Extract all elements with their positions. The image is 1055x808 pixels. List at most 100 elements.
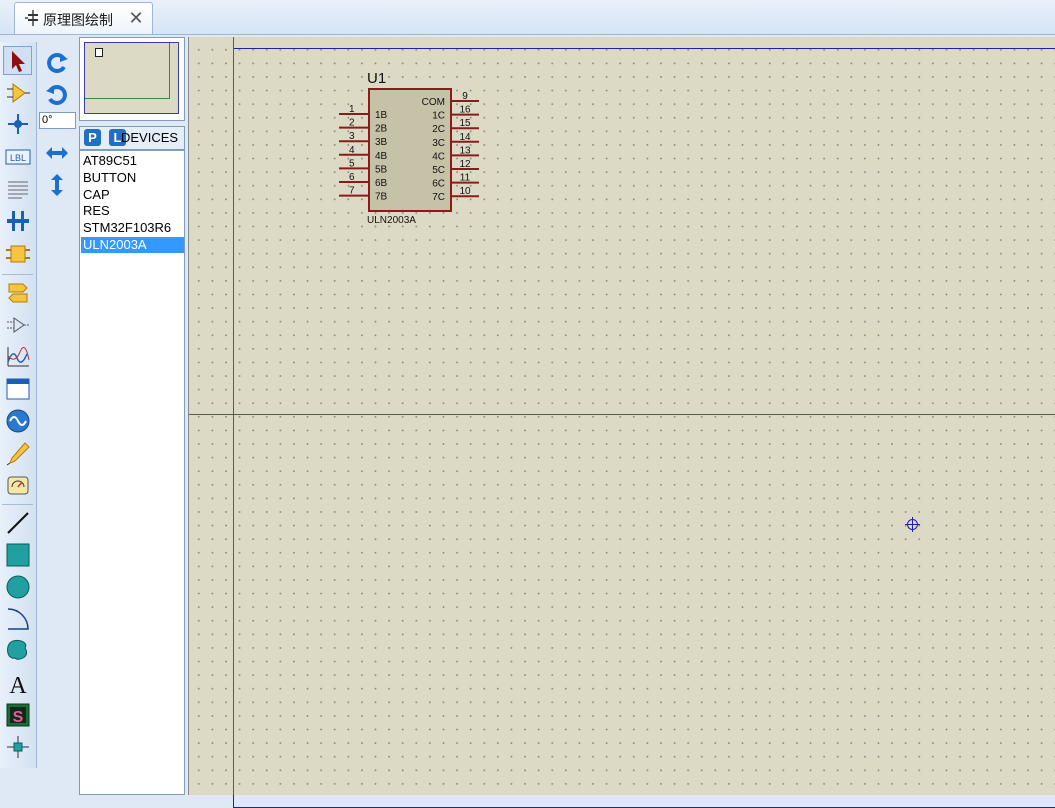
rotation-angle-field[interactable]: 0° <box>39 112 76 129</box>
pin-name: 1B <box>375 110 388 121</box>
pin-name: COM <box>422 97 445 108</box>
pin-name: 3C <box>432 138 445 149</box>
mirror-vertical-button[interactable] <box>42 170 71 199</box>
list-item[interactable]: AT89C51 <box>81 153 184 169</box>
text-icon: A <box>9 673 27 696</box>
overview-window[interactable] <box>79 37 185 121</box>
devices-header: P L DEVICES <box>79 126 185 150</box>
subcircuit-mode-button[interactable] <box>3 239 32 268</box>
pin-name: 4C <box>432 151 445 162</box>
pin-number: 12 <box>459 159 471 170</box>
left-pins: 1 1B 2 2B 3 3B 4 4B 5 5B 6 6B 7 7B <box>339 104 388 203</box>
horizontal-arrows-icon <box>45 146 68 159</box>
pin-number: 13 <box>459 145 471 156</box>
pin-name: 5B <box>375 164 388 175</box>
arc-icon <box>7 607 29 630</box>
list-item[interactable]: CAP <box>81 187 184 203</box>
symbol-icon-glyph: S <box>12 709 23 726</box>
component-uln2003a[interactable]: U1 1 1B 2 2B 3 3B 4 4B 5 5B 6 6B 7 7B 9 COM 16 1C 15 2C 14 3… <box>339 67 489 227</box>
pin-number: 1 <box>349 104 355 115</box>
pin-name: 4B <box>375 151 388 162</box>
overview-sheet <box>84 42 179 114</box>
pin-number: 6 <box>349 172 355 183</box>
list-item-selected[interactable]: ULN2003A <box>81 237 184 253</box>
label-icon: LBL <box>5 149 30 164</box>
close-icon[interactable]: ✕ <box>126 6 146 30</box>
devices-label: DEVICES <box>121 130 179 145</box>
pin-number: 7 <box>349 186 355 197</box>
2d-box-mode-button[interactable] <box>3 540 32 569</box>
rotate-clockwise-button[interactable] <box>42 48 71 77</box>
tab-title: 原理图绘制 <box>43 12 113 28</box>
graph-mode-button[interactable] <box>3 342 32 371</box>
component-icon <box>6 82 30 103</box>
window-icon <box>6 378 29 399</box>
generator-mode-button[interactable] <box>3 406 32 435</box>
terminal-icon <box>7 283 28 302</box>
list-item[interactable]: STM32F103R6 <box>81 220 184 236</box>
terminals-mode-button[interactable] <box>3 278 32 307</box>
orientation-toolbar <box>38 42 76 768</box>
graph-icon <box>6 346 29 366</box>
virtual-instruments-mode-button[interactable] <box>3 470 32 499</box>
pin-name: 2C <box>432 124 445 135</box>
pin-name: 5C <box>432 165 445 176</box>
pin-number: 2 <box>349 118 355 129</box>
2d-line-mode-button[interactable] <box>3 508 32 537</box>
rotate-anticlockwise-icon <box>45 84 67 105</box>
overview-visible-area <box>85 43 170 99</box>
tab-schematic-capture[interactable]: 原理图绘制 ✕ <box>14 2 153 34</box>
document-tab-bar: 原理图绘制 ✕ <box>0 0 1055 35</box>
text-script-mode-button[interactable] <box>3 174 32 203</box>
box-icon <box>6 543 29 566</box>
bus-mode-button[interactable] <box>3 206 32 235</box>
voltage-probe-mode-button[interactable] <box>3 438 32 467</box>
path-icon <box>6 639 27 660</box>
2d-symbol-mode-button[interactable]: S <box>3 700 32 729</box>
junction-mode-button[interactable] <box>3 109 32 138</box>
crosshair-cursor-icon <box>905 517 920 532</box>
pin-number: 14 <box>459 132 471 143</box>
pin-name: 7C <box>432 192 445 203</box>
label-icon-text: LBL <box>9 153 25 163</box>
subcircuit-icon <box>5 245 30 262</box>
pin-number: 10 <box>459 186 471 197</box>
2d-text-mode-button[interactable]: A <box>3 668 32 697</box>
instrument-icon <box>7 476 28 494</box>
pin-name: 3B <box>375 137 388 148</box>
symbol-icon: S <box>6 703 29 726</box>
origin-vertical-axis <box>233 37 234 795</box>
list-item[interactable]: RES <box>81 203 184 219</box>
2d-arc-mode-button[interactable] <box>3 604 32 633</box>
marker-icon <box>6 735 29 758</box>
pin-name: 6B <box>375 178 388 189</box>
vertical-arrows-icon <box>50 173 63 196</box>
mirror-horizontal-button[interactable] <box>42 138 71 167</box>
tape-recorder-mode-button[interactable] <box>3 374 32 403</box>
wire-label-mode-button[interactable]: LBL <box>3 142 32 171</box>
2d-path-mode-button[interactable] <box>3 636 32 665</box>
selection-mode-button[interactable] <box>3 46 32 75</box>
devices-list[interactable]: AT89C51 BUTTON CAP RES STM32F103R6 ULN20… <box>79 150 185 795</box>
list-item[interactable]: BUTTON <box>81 170 184 186</box>
component-part-name: ULN2003A <box>367 215 416 226</box>
text-icon-glyph: A <box>9 673 27 696</box>
pin-name: 1C <box>432 111 445 122</box>
rotate-anticlockwise-button[interactable] <box>42 80 71 109</box>
2d-marker-mode-button[interactable] <box>3 732 32 761</box>
pick-devices-button[interactable]: P <box>84 129 101 146</box>
generator-icon <box>6 409 29 432</box>
device-pins-mode-button[interactable] <box>3 310 32 339</box>
2d-circle-mode-button[interactable] <box>3 572 32 601</box>
mode-toolbar: LBL A S <box>0 42 37 768</box>
schematic-canvas[interactable]: U1 1 1B 2 2B 3 3B 4 4B 5 5B 6 6B 7 7B 9 COM 16 1C 15 2C 14 3… <box>188 37 1055 808</box>
bus-icon <box>6 210 29 231</box>
pin-number: 5 <box>349 158 355 169</box>
component-reference: U1 <box>367 70 386 87</box>
pin-name: 6C <box>432 179 445 190</box>
component-mode-button[interactable] <box>3 78 32 107</box>
origin-horizontal-axis <box>189 414 1055 415</box>
pin-name: 7B <box>375 192 388 203</box>
pin-number: 9 <box>462 91 468 102</box>
pin-number: 4 <box>349 145 355 156</box>
